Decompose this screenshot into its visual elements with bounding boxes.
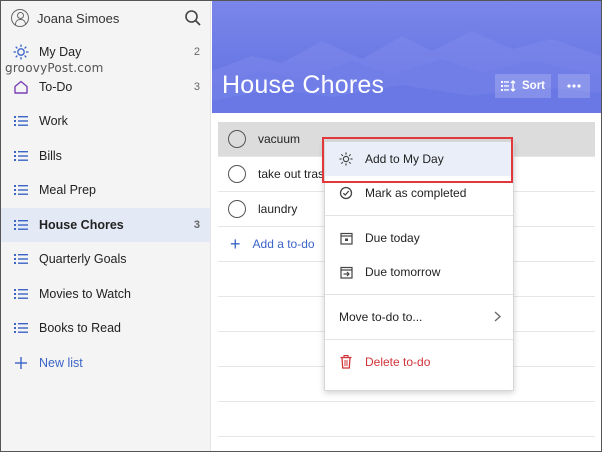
sidebar-item-work[interactable]: Work <box>1 104 210 139</box>
sidebar-item-label: Meal Prep <box>39 183 96 198</box>
item-count: 3 <box>193 80 200 93</box>
list-icon <box>13 148 29 164</box>
complete-checkbox[interactable] <box>228 165 246 183</box>
menu-item-label: Move to-do to... <box>339 310 423 324</box>
menu-separator <box>325 215 513 216</box>
trash-icon <box>339 355 353 369</box>
list-icon <box>13 286 29 302</box>
sidebar-item-movies-to-watch[interactable]: Movies to Watch <box>1 277 210 312</box>
menu-item-label: Delete to-do <box>365 355 431 369</box>
avatar <box>11 9 29 27</box>
sidebar-item-label: Movies to Watch <box>39 286 131 301</box>
sidebar-item-label: Quarterly Goals <box>39 252 127 267</box>
check-circle-icon <box>339 186 353 200</box>
plus-icon <box>13 355 29 371</box>
menu-item-add-to-my-day[interactable]: Add to My Day <box>325 142 513 176</box>
menu-item-delete[interactable]: Delete to-do <box>325 345 513 379</box>
list-icon <box>13 320 29 336</box>
user-row[interactable]: Joana Simoes <box>1 1 210 35</box>
list-icon <box>13 217 29 233</box>
complete-checkbox[interactable] <box>228 200 246 218</box>
sidebar-item-label: My Day <box>39 45 82 60</box>
sort-label: Sort <box>522 80 545 92</box>
task-title: laundry <box>258 202 298 216</box>
new-list-button[interactable]: New list <box>1 346 210 381</box>
sidebar-item-label: Bills <box>39 148 62 163</box>
sidebar-item-label: Books to Read <box>39 321 121 336</box>
divider <box>218 402 595 437</box>
sidebar-item-label: To-Do <box>39 79 73 94</box>
menu-item-due-tomorrow[interactable]: Due tomorrow <box>325 255 513 289</box>
menu-separator <box>325 339 513 340</box>
task-title: vacuum <box>258 132 301 146</box>
list-icon <box>13 113 29 129</box>
sun-icon <box>339 152 353 166</box>
menu-item-label: Add to My Day <box>365 152 444 166</box>
page-title: House Chores <box>222 71 385 99</box>
calendar-arrow-icon <box>339 265 353 279</box>
new-list-label: New list <box>39 355 83 370</box>
watermark: groovyPost.com <box>5 61 104 75</box>
menu-item-move-to[interactable]: Move to-do to... <box>325 300 513 334</box>
chevron-right-icon <box>494 311 501 325</box>
sidebar-item-label: Work <box>39 114 68 129</box>
home-icon <box>13 79 29 95</box>
menu-item-label: Mark as completed <box>365 186 467 200</box>
plus-icon: + <box>230 234 241 254</box>
sidebar-item-bills[interactable]: Bills <box>1 139 210 174</box>
add-todo-label: Add a to-do <box>252 237 315 251</box>
menu-item-mark-completed[interactable]: Mark as completed <box>325 176 513 210</box>
menu-separator <box>325 294 513 295</box>
sidebar-item-label: House Chores <box>39 217 124 232</box>
sort-button[interactable]: Sort <box>495 74 551 98</box>
list-icon <box>13 182 29 198</box>
sun-icon <box>13 44 29 60</box>
item-count: 2 <box>193 46 200 59</box>
menu-item-due-today[interactable]: Due today <box>325 221 513 255</box>
sidebar: Joana Simoes My Day 2 To-Do 3 Work Bills <box>1 1 211 451</box>
item-count: 3 <box>193 218 200 231</box>
menu-item-label: Due today <box>365 231 420 245</box>
more-options-button[interactable] <box>558 74 590 98</box>
more-icon <box>567 84 581 88</box>
calendar-icon <box>339 231 353 245</box>
search-icon[interactable] <box>184 9 202 27</box>
menu-item-label: Due tomorrow <box>365 265 441 279</box>
list-icon <box>13 251 29 267</box>
sidebar-item-quarterly-goals[interactable]: Quarterly Goals <box>1 242 210 277</box>
list-header: House Chores Sort <box>212 1 601 113</box>
user-name: Joana Simoes <box>37 10 120 26</box>
task-title: take out trash <box>258 167 331 181</box>
context-menu: Add to My Day Mark as completed Due toda… <box>324 141 514 391</box>
sidebar-item-books-to-read[interactable]: Books to Read <box>1 311 210 346</box>
complete-checkbox[interactable] <box>228 130 246 148</box>
sidebar-item-meal-prep[interactable]: Meal Prep <box>1 173 210 208</box>
sort-icon <box>501 80 516 92</box>
sidebar-item-house-chores[interactable]: House Chores 3 <box>1 207 210 242</box>
